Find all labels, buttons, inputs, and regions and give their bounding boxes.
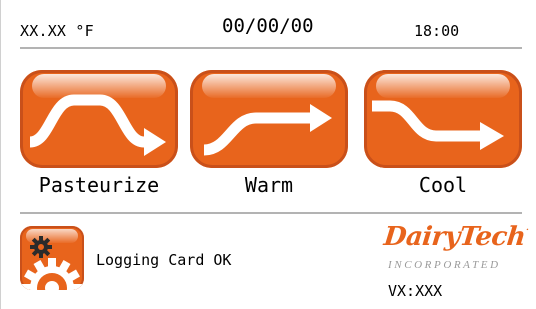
date-readout: 00/00/00 bbox=[222, 15, 314, 37]
logo-wordmark: DairyTech. bbox=[382, 222, 530, 252]
time-readout: 18:00 bbox=[414, 22, 460, 40]
dairytech-logo: DairyTech. INCORPORATED bbox=[378, 222, 530, 278]
top-divider bbox=[20, 47, 522, 49]
pasteurize-button[interactable] bbox=[20, 70, 178, 168]
main-screen: XX.XX °F 00/00/00 18:00 Pasteurize Warm … bbox=[0, 0, 536, 309]
pasteurize-icon bbox=[20, 70, 178, 168]
warm-label: Warm bbox=[244, 173, 294, 197]
warm-icon bbox=[190, 70, 348, 168]
bottom-divider bbox=[20, 212, 522, 214]
cool-label: Cool bbox=[418, 173, 468, 197]
cool-icon bbox=[364, 70, 522, 168]
status-bar: XX.XX °F 00/00/00 18:00 bbox=[0, 0, 536, 50]
warm-button[interactable] bbox=[190, 70, 348, 168]
gear-icon bbox=[20, 226, 84, 290]
temperature-readout: XX.XX °F bbox=[20, 22, 94, 40]
logging-status: Logging Card OK bbox=[96, 251, 232, 269]
cool-button[interactable] bbox=[364, 70, 522, 168]
version-label: VX:XXX bbox=[388, 282, 443, 300]
pasteurize-label: Pasteurize bbox=[38, 173, 160, 197]
logo-subtitle: INCORPORATED bbox=[388, 259, 501, 271]
settings-button[interactable] bbox=[20, 226, 84, 290]
